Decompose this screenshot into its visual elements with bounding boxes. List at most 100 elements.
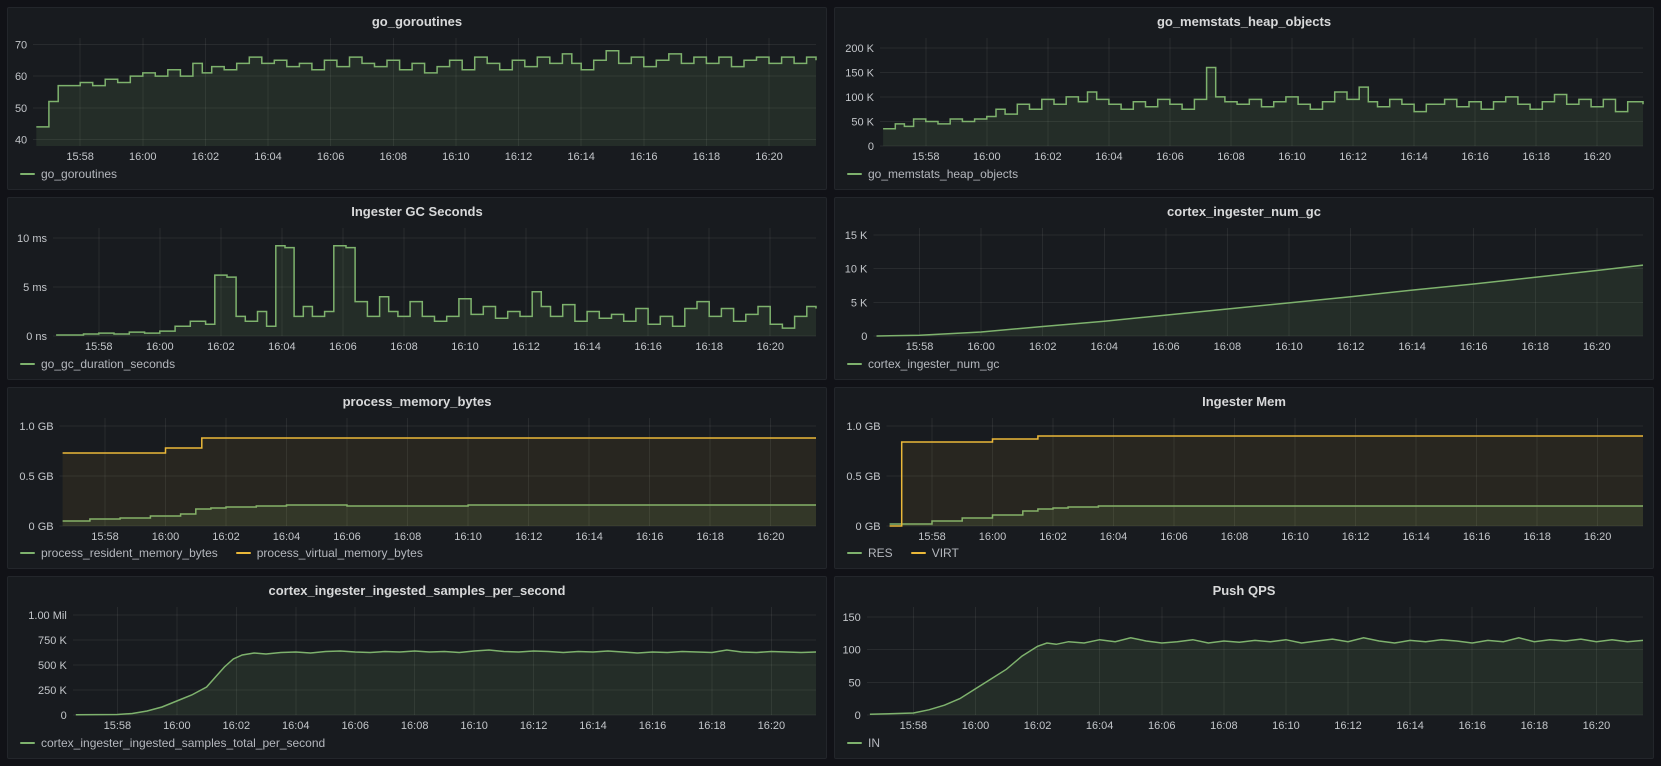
svg-text:10 K: 10 K	[845, 263, 868, 275]
svg-text:16:18: 16:18	[696, 531, 724, 543]
svg-text:750 K: 750 K	[38, 635, 67, 647]
panel-ingested-samples: cortex_ingester_ingested_samples_per_sec…	[7, 576, 827, 759]
svg-text:16:08: 16:08	[1221, 531, 1249, 543]
legend-item-ingested-samples[interactable]: cortex_ingester_ingested_samples_total_p…	[20, 736, 325, 750]
series-color-swatch	[20, 362, 35, 365]
svg-text:50 K: 50 K	[851, 116, 874, 128]
svg-text:16:18: 16:18	[1521, 341, 1549, 353]
panel-title-go-goroutines[interactable]: go_goroutines	[8, 8, 826, 32]
svg-text:16:18: 16:18	[698, 720, 726, 732]
legend-label: IN	[868, 736, 880, 750]
legend-label: RES	[868, 546, 893, 561]
svg-text:16:02: 16:02	[223, 720, 251, 732]
panel-title-ingested-samples[interactable]: cortex_ingester_ingested_samples_per_sec…	[8, 577, 826, 601]
panel-go-goroutines: go_goroutines 40 50 60 70 15:58 16:00 16:02 16:…	[7, 7, 827, 190]
svg-text:16:18: 16:18	[1523, 531, 1551, 543]
svg-text:16:16: 16:16	[630, 151, 658, 163]
chart-plot-heap-objects[interactable]: 0 50 K 100 K 150 K 200 K 15:58 16:00 16:02 16:04…	[835, 32, 1653, 165]
svg-text:1.0 GB: 1.0 GB	[19, 421, 53, 433]
svg-text:16:14: 16:14	[1398, 341, 1426, 353]
svg-text:16:18: 16:18	[693, 151, 721, 163]
svg-text:15:58: 15:58	[912, 151, 940, 163]
svg-text:16:08: 16:08	[1217, 151, 1245, 163]
legend-item-gc-duration[interactable]: go_gc_duration_seconds	[20, 357, 175, 371]
legend-item-resident-memory[interactable]: process_resident_memory_bytes	[20, 546, 218, 560]
svg-text:16:06: 16:06	[1148, 720, 1176, 732]
svg-text:16:04: 16:04	[1095, 151, 1123, 163]
svg-text:16:06: 16:06	[1152, 341, 1180, 353]
chart-plot-ingested-samples[interactable]: 0 250 K 500 K 750 K 1.00 Mil 15:58 16:00 16:02 1…	[8, 601, 826, 734]
svg-text:16:14: 16:14	[575, 531, 603, 543]
legend-item-virtual-memory[interactable]: process_virtual_memory_bytes	[235, 546, 423, 561]
svg-text:16:04: 16:04	[254, 151, 282, 163]
panel-title-ingester-mem[interactable]: Ingester Mem	[835, 388, 1653, 412]
chart-plot-ingester-mem[interactable]: 0 GB 0.5 GB 1.0 GB 15:58 16:00 16:02 16:04 16:0…	[835, 412, 1653, 545]
svg-text:16:00: 16:00	[967, 341, 995, 353]
chart-plot-push-qps[interactable]: 0 50 100 150 15:58 16:00 16:02 16:04 16:06 16:08 1…	[835, 601, 1653, 734]
svg-text:16:14: 16:14	[1402, 531, 1430, 543]
chart-plot-num-gc[interactable]: 0 5 K 10 K 15 K 15:58 16:00 16:02 16:04 16:06 16:…	[835, 222, 1653, 355]
legend: process_resident_memory_bytes process_vi…	[8, 544, 826, 568]
panel-title-process-memory[interactable]: process_memory_bytes	[8, 388, 826, 412]
svg-text:16:14: 16:14	[567, 151, 595, 163]
series-color-swatch	[235, 552, 251, 555]
panel-process-memory: process_memory_bytes 0 GB 0.5 GB 1.0 GB 15:…	[7, 386, 827, 570]
svg-text:250 K: 250 K	[38, 685, 67, 697]
svg-text:16:08: 16:08	[1210, 720, 1238, 732]
svg-text:16:00: 16:00	[129, 151, 157, 163]
legend-label: VIRT	[931, 546, 959, 561]
svg-text:10 ms: 10 ms	[17, 233, 47, 245]
svg-text:15:58: 15:58	[91, 531, 119, 543]
svg-text:16:00: 16:00	[973, 151, 1001, 163]
svg-text:16:20: 16:20	[755, 151, 783, 163]
svg-text:16:10: 16:10	[451, 341, 479, 353]
svg-text:70: 70	[15, 39, 27, 51]
grafana-dashboard: go_goroutines 40 50 60 70 15:58 16:00 16:02 16:…	[0, 0, 1661, 766]
panel-title-heap-objects[interactable]: go_memstats_heap_objects	[835, 8, 1653, 32]
series-color-swatch	[847, 172, 862, 175]
panel-title-push-qps[interactable]: Push QPS	[835, 577, 1653, 601]
svg-text:16:04: 16:04	[273, 531, 301, 543]
svg-text:16:20: 16:20	[757, 531, 785, 543]
panel-title-num-gc[interactable]: cortex_ingester_num_gc	[835, 198, 1653, 222]
svg-text:100 K: 100 K	[845, 92, 874, 104]
svg-text:16:08: 16:08	[401, 720, 429, 732]
svg-text:16:02: 16:02	[1024, 720, 1052, 732]
svg-text:16:16: 16:16	[636, 531, 664, 543]
svg-text:16:10: 16:10	[442, 151, 470, 163]
chart-plot-go-goroutines[interactable]: 40 50 60 70 15:58 16:00 16:02 16:04 16:06 16:08 16…	[8, 32, 826, 165]
series-color-swatch	[20, 172, 35, 175]
legend-item-heap-objects[interactable]: go_memstats_heap_objects	[847, 167, 1018, 181]
svg-text:5 ms: 5 ms	[23, 282, 47, 294]
svg-text:0.5 GB: 0.5 GB	[19, 471, 53, 483]
svg-text:16:12: 16:12	[515, 531, 543, 543]
legend-item-in[interactable]: IN	[847, 736, 880, 750]
svg-text:16:14: 16:14	[1396, 720, 1424, 732]
svg-text:16:04: 16:04	[1091, 341, 1119, 353]
legend-item-virt[interactable]: VIRT	[910, 546, 959, 561]
svg-text:16:20: 16:20	[1583, 151, 1611, 163]
svg-text:16:08: 16:08	[390, 341, 418, 353]
svg-text:16:04: 16:04	[282, 720, 310, 732]
series-color-swatch	[847, 362, 862, 365]
svg-text:16:18: 16:18	[1521, 720, 1549, 732]
series-color-swatch	[910, 552, 926, 555]
svg-text:16:20: 16:20	[758, 720, 786, 732]
legend-item-go-goroutines[interactable]: go_goroutines	[20, 167, 117, 181]
legend-item-num-gc[interactable]: cortex_ingester_num_gc	[847, 357, 999, 371]
svg-text:16:06: 16:06	[341, 720, 369, 732]
svg-text:16:12: 16:12	[505, 151, 533, 163]
svg-text:0: 0	[855, 710, 861, 722]
svg-text:16:02: 16:02	[207, 341, 235, 353]
legend-label: cortex_ingester_ingested_samples_total_p…	[41, 736, 326, 750]
panel-heap-objects: go_memstats_heap_objects 0 50 K 100 K 150 K…	[834, 7, 1654, 190]
svg-text:16:10: 16:10	[1275, 341, 1303, 353]
svg-text:1.00 Mil: 1.00 Mil	[28, 610, 67, 622]
panel-num-gc: cortex_ingester_num_gc 0 5 K 10 K 15 K 15:58…	[834, 196, 1654, 380]
legend-label: process_virtual_memory_bytes	[256, 546, 423, 561]
chart-plot-process-memory[interactable]: 0 GB 0.5 GB 1.0 GB 15:58 16:00 16:02 16:04 16:0…	[8, 412, 826, 545]
legend-item-res[interactable]: RES	[847, 546, 893, 560]
chart-plot-ingester-gc-seconds[interactable]: 0 ns 5 ms 10 ms 15:58 16:00 16:02 16:04 16:06 16…	[8, 222, 826, 355]
panel-title-ingester-gc-seconds[interactable]: Ingester GC Seconds	[8, 198, 826, 222]
legend-label: go_memstats_heap_objects	[868, 166, 1019, 181]
